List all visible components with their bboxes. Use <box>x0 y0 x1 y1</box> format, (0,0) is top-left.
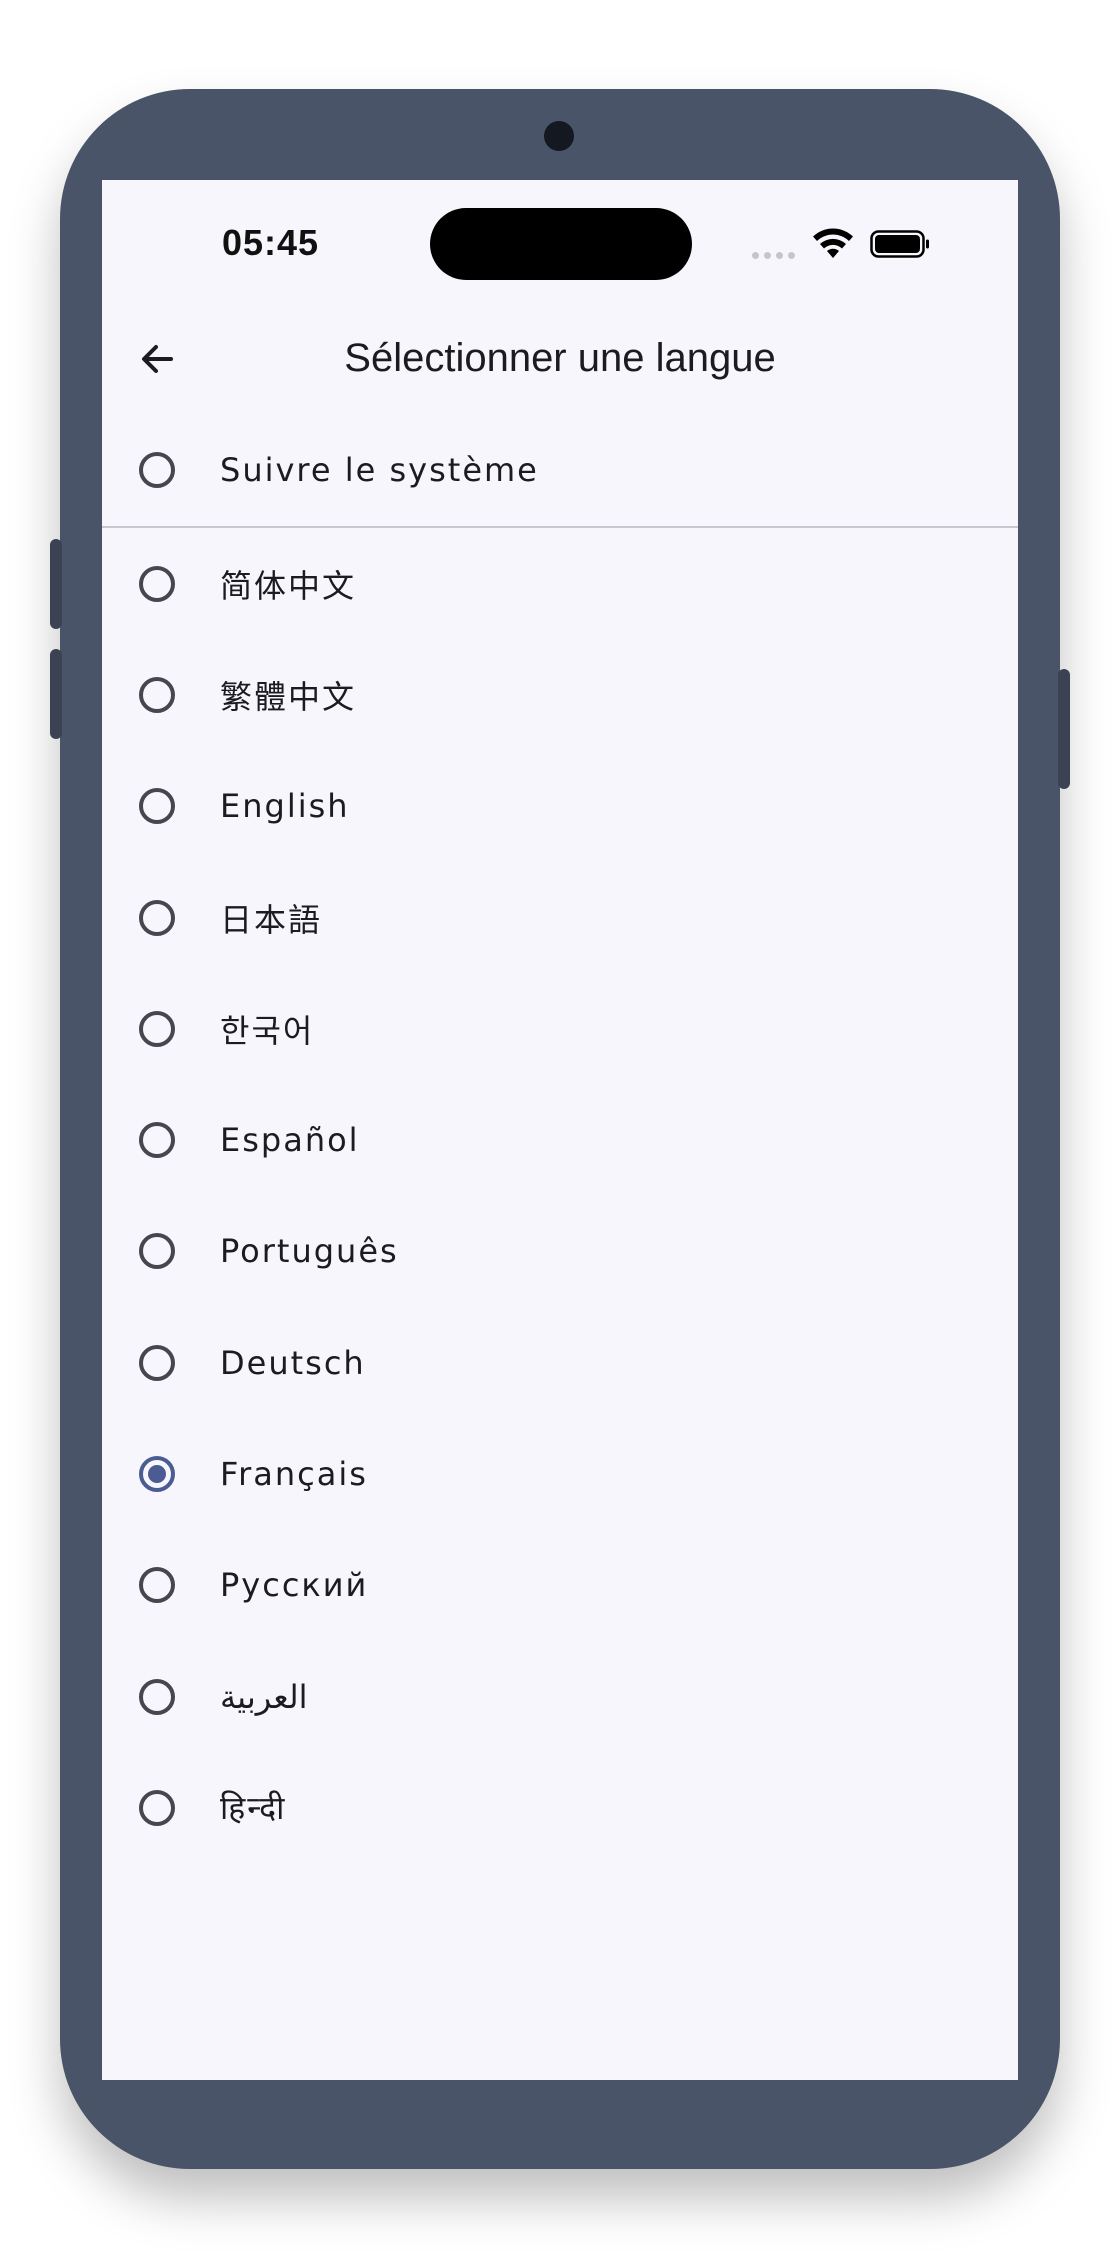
language-label: Português <box>220 1232 399 1271</box>
app-bar: Sélectionner une langue <box>102 310 1018 410</box>
language-option[interactable]: 简体中文 <box>102 528 1018 639</box>
screen: 05:45 Sélectionner une langue Suivre le … <box>102 180 1018 2080</box>
language-list: Suivre le système 简体中文 繁體中文 English 日本語 <box>102 414 1018 1864</box>
language-option[interactable]: العربية <box>102 1641 1018 1752</box>
language-label: Suivre le système <box>220 451 539 489</box>
language-option[interactable]: Deutsch <box>102 1307 1018 1418</box>
status-time: 05:45 <box>222 222 320 263</box>
radio-button[interactable] <box>139 1344 175 1381</box>
language-label: 日本語 <box>220 900 323 939</box>
dynamic-island <box>430 208 692 280</box>
language-label: English <box>220 787 350 826</box>
language-option[interactable]: English <box>102 751 1018 862</box>
radio-button[interactable] <box>139 1678 175 1715</box>
language-option[interactable]: Español <box>102 1084 1018 1195</box>
wifi-icon <box>813 228 853 258</box>
language-option[interactable]: 한국어 <box>102 973 1018 1084</box>
language-option[interactable]: Português <box>102 1196 1018 1307</box>
radio-button-checked[interactable] <box>139 1456 175 1493</box>
page-title: Sélectionner une langue <box>344 336 776 380</box>
language-label: العربية <box>220 1677 308 1716</box>
battery-icon <box>870 230 929 258</box>
language-label: Français <box>220 1455 368 1494</box>
language-option[interactable]: हिन्दी <box>102 1752 1018 1863</box>
phone-frame: 05:45 Sélectionner une langue Suivre le … <box>50 89 1070 2169</box>
language-option[interactable]: Русский <box>102 1530 1018 1641</box>
language-label: हिन्दी <box>220 1789 287 1828</box>
language-option-system[interactable]: Suivre le système <box>102 414 1018 526</box>
front-camera <box>544 121 574 151</box>
radio-button[interactable] <box>139 1122 175 1159</box>
status-bar: 05:45 <box>102 180 1018 310</box>
radio-button[interactable] <box>139 1233 175 1270</box>
language-option[interactable]: 繁體中文 <box>102 639 1018 750</box>
language-label: 简体中文 <box>220 566 357 605</box>
radio-button[interactable] <box>139 452 175 488</box>
radio-button[interactable] <box>139 676 175 713</box>
language-label: Español <box>220 1121 360 1160</box>
volume-down-button <box>50 649 62 739</box>
radio-button[interactable] <box>139 565 175 602</box>
signal-icon <box>752 252 795 259</box>
radio-button[interactable] <box>139 788 175 825</box>
language-label: 繁體中文 <box>220 677 357 716</box>
radio-button[interactable] <box>139 1567 175 1604</box>
language-option[interactable]: 日本語 <box>102 862 1018 973</box>
language-option[interactable]: Français <box>102 1418 1018 1529</box>
language-label: Русский <box>220 1566 369 1605</box>
radio-button[interactable] <box>139 1010 175 1047</box>
language-label: 한국어 <box>220 1011 315 1050</box>
language-label: Deutsch <box>220 1343 366 1382</box>
radio-button[interactable] <box>139 899 175 936</box>
volume-up-button <box>50 539 62 629</box>
power-button <box>1058 669 1070 789</box>
radio-button[interactable] <box>139 1789 175 1826</box>
